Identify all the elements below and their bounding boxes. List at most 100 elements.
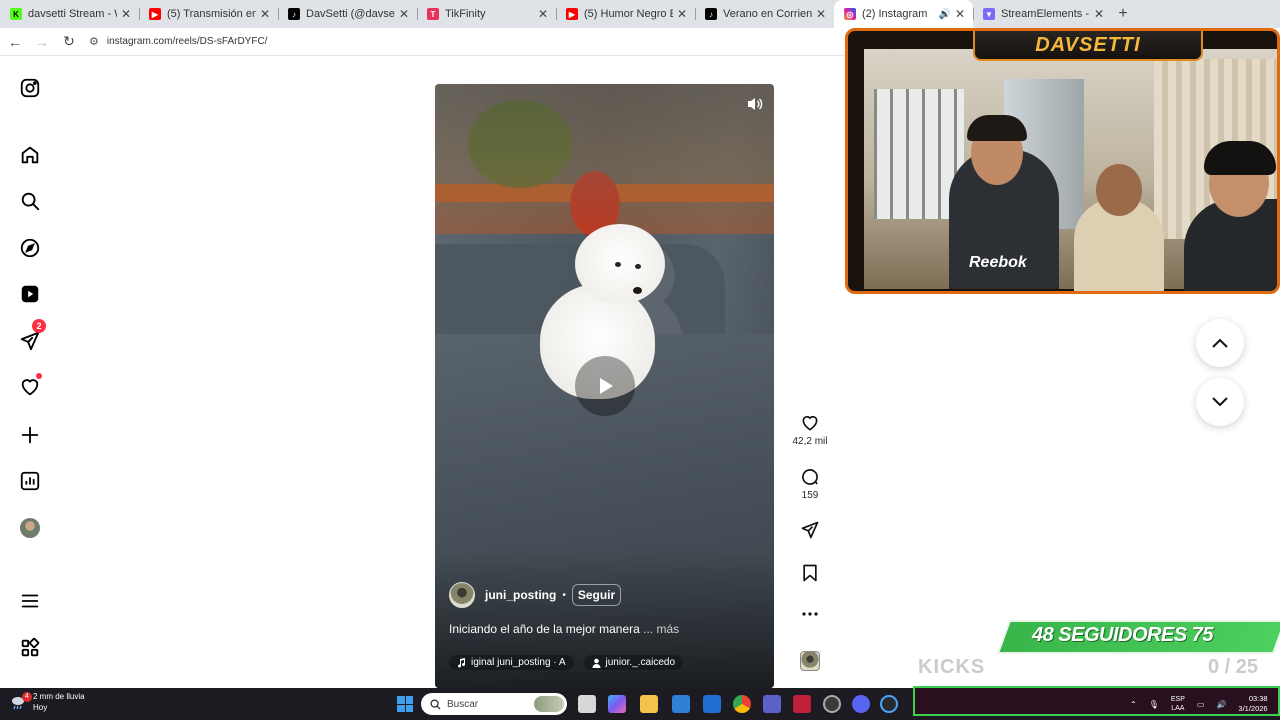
tikfinity-icon: T xyxy=(427,8,439,20)
like-button[interactable]: 42,2 mil xyxy=(790,413,830,447)
copilot-icon[interactable] xyxy=(608,695,626,713)
teams-icon[interactable] xyxy=(763,695,781,713)
url-field[interactable]: ⚙ instagram.com/reels/DS-sFArDYFC/ xyxy=(89,35,267,48)
comment-count: 159 xyxy=(801,490,819,501)
audio-thumbnail[interactable] xyxy=(800,651,820,671)
site-info-icon[interactable]: ⚙ xyxy=(89,35,99,48)
show-hidden-icons-icon[interactable]: ⌃ xyxy=(1130,700,1137,709)
home-icon[interactable] xyxy=(15,140,45,170)
file-explorer-icon[interactable] xyxy=(640,695,658,713)
reel-video[interactable]: juni_posting • Seguir Iniciando el año d… xyxy=(435,84,774,688)
previous-reel-button[interactable] xyxy=(1196,319,1244,367)
close-tab-icon[interactable]: ✕ xyxy=(121,7,131,21)
tab-streamelements[interactable]: ▼StreamElements - Multi-S✕ xyxy=(973,0,1112,28)
close-tab-icon[interactable]: ✕ xyxy=(399,7,409,21)
back-button[interactable]: ← xyxy=(3,30,27,54)
taskbar-search[interactable]: Buscar xyxy=(421,693,567,715)
music-note-icon xyxy=(458,657,466,668)
close-tab-icon[interactable]: ✕ xyxy=(1094,7,1104,21)
close-tab-icon[interactable]: ✕ xyxy=(816,7,826,21)
tab-tikfinity[interactable]: T TikFinity ✕ xyxy=(417,0,556,28)
tab-tiktok-verano[interactable]: ♪Verano en Corrientes: Humor✕ xyxy=(695,0,834,28)
comment-button[interactable]: 159 xyxy=(790,467,830,501)
close-tab-icon[interactable]: ✕ xyxy=(260,7,270,21)
save-button[interactable] xyxy=(790,563,830,586)
weather-badge: 4 xyxy=(22,692,32,702)
network-icon[interactable]: ▭ xyxy=(1197,700,1205,709)
close-tab-icon[interactable]: ✕ xyxy=(677,7,687,21)
person-icon xyxy=(592,658,601,668)
tab-kick[interactable]: Kdavsetti Stream - Watch Live✕ xyxy=(0,0,139,28)
audio-pill[interactable]: iginal juni_posting · A xyxy=(449,655,574,670)
volume-icon[interactable]: 🔊 xyxy=(1216,700,1226,709)
tab-youtube-humor[interactable]: ▶(5) Humor Negro Especial✕ xyxy=(556,0,695,28)
store-icon[interactable] xyxy=(672,695,690,713)
youtube-icon: ▶ xyxy=(149,8,161,20)
language-indicator[interactable]: ESP LAA xyxy=(1171,695,1185,713)
app-icon[interactable] xyxy=(823,695,841,713)
reload-button[interactable]: ↻ xyxy=(57,30,81,54)
search-icon xyxy=(430,698,441,710)
webcam-person-hair xyxy=(1204,141,1276,175)
system-tray: ⌃ 🎙 ESP LAA ▭ 🔊 03:38 3/1/2026 xyxy=(1124,692,1274,716)
clock[interactable]: 03:38 3/1/2026 xyxy=(1238,694,1267,714)
new-tab-button[interactable]: + xyxy=(1112,0,1134,28)
chevron-up-icon xyxy=(1212,338,1228,348)
weather-widget[interactable]: 4 2 mm de lluvia Hoy xyxy=(10,692,85,712)
tab-strip: Kdavsetti Stream - Watch Live✕ ▶(5) Tran… xyxy=(0,0,1280,28)
share-button[interactable] xyxy=(790,520,830,543)
task-view-icon[interactable] xyxy=(578,695,596,713)
search-icon[interactable] xyxy=(15,186,45,216)
next-reel-button[interactable] xyxy=(1196,378,1244,426)
instagram-logo-icon[interactable] xyxy=(15,73,45,103)
streamer-name-banner: DAVSETTI xyxy=(973,31,1203,61)
reel-caption: Iniciando el año de la mejor manera ... … xyxy=(449,622,679,636)
language-code: ESP xyxy=(1170,696,1185,703)
heart-icon xyxy=(802,415,818,431)
profile-avatar[interactable] xyxy=(15,513,45,543)
audio-label: iginal juni_posting · A xyxy=(471,657,566,668)
discord-icon[interactable] xyxy=(852,695,870,713)
notifications-heart-icon[interactable] xyxy=(15,372,45,402)
speaker-icon[interactable]: 🔊 xyxy=(938,9,950,20)
notification-dot xyxy=(36,373,42,379)
chrome-icon[interactable] xyxy=(733,695,751,713)
webcam-scene: Reebok xyxy=(864,49,1277,291)
volume-icon[interactable] xyxy=(746,96,764,112)
more-menu-icon[interactable] xyxy=(15,586,45,616)
microphone-icon[interactable]: 🎙 xyxy=(1149,700,1159,709)
close-tab-icon[interactable]: ✕ xyxy=(955,7,965,21)
tab-youtube-live[interactable]: ▶(5) Transmisión en vivo de✕ xyxy=(139,0,278,28)
kicks-counter: 0 / 25 xyxy=(1208,656,1259,678)
author-avatar[interactable] xyxy=(449,582,475,608)
tab-tiktok-profile[interactable]: ♪DavSetti (@davsetti) | TikTok✕ xyxy=(278,0,417,28)
messages-icon[interactable]: 2 xyxy=(15,319,46,356)
collab-label: junior._.caicedo xyxy=(605,657,676,668)
reels-icon[interactable] xyxy=(15,279,45,309)
dashboard-icon[interactable] xyxy=(15,466,45,496)
shirt-logo: Reebok xyxy=(969,254,1027,271)
caption-more-link[interactable]: ... más xyxy=(643,622,679,636)
create-plus-icon[interactable] xyxy=(15,420,45,450)
more-options-button[interactable] xyxy=(790,609,830,622)
collab-pill[interactable]: junior._.caicedo xyxy=(583,655,684,670)
close-tab-icon[interactable]: ✕ xyxy=(538,7,548,21)
reel-author: juni_posting • Seguir xyxy=(449,582,622,608)
author-username[interactable]: juni_posting xyxy=(485,588,556,602)
reel-meta: iginal juni_posting · A junior._.caicedo xyxy=(449,655,684,670)
instagram-sidebar: 2 xyxy=(0,56,60,688)
webcam-person-hair xyxy=(967,115,1027,141)
forward-button[interactable]: → xyxy=(30,30,54,54)
outlook-icon[interactable] xyxy=(703,695,721,713)
webcam-overlay: Reebok DAVSETTI xyxy=(845,28,1280,294)
follow-button[interactable]: Seguir xyxy=(571,584,622,606)
meta-apps-icon[interactable] xyxy=(15,633,45,663)
explore-icon[interactable] xyxy=(15,233,45,263)
obs-icon[interactable] xyxy=(880,695,898,713)
play-button[interactable] xyxy=(575,356,635,416)
clock-time: 03:38 xyxy=(1248,694,1268,703)
tab-instagram[interactable]: ◎ (2) Instagram 🔊 ✕ xyxy=(834,0,973,28)
keyboard-layout: LAA xyxy=(1171,705,1185,712)
windows-start-icon[interactable] xyxy=(397,696,413,712)
app-icon[interactable] xyxy=(793,695,811,713)
